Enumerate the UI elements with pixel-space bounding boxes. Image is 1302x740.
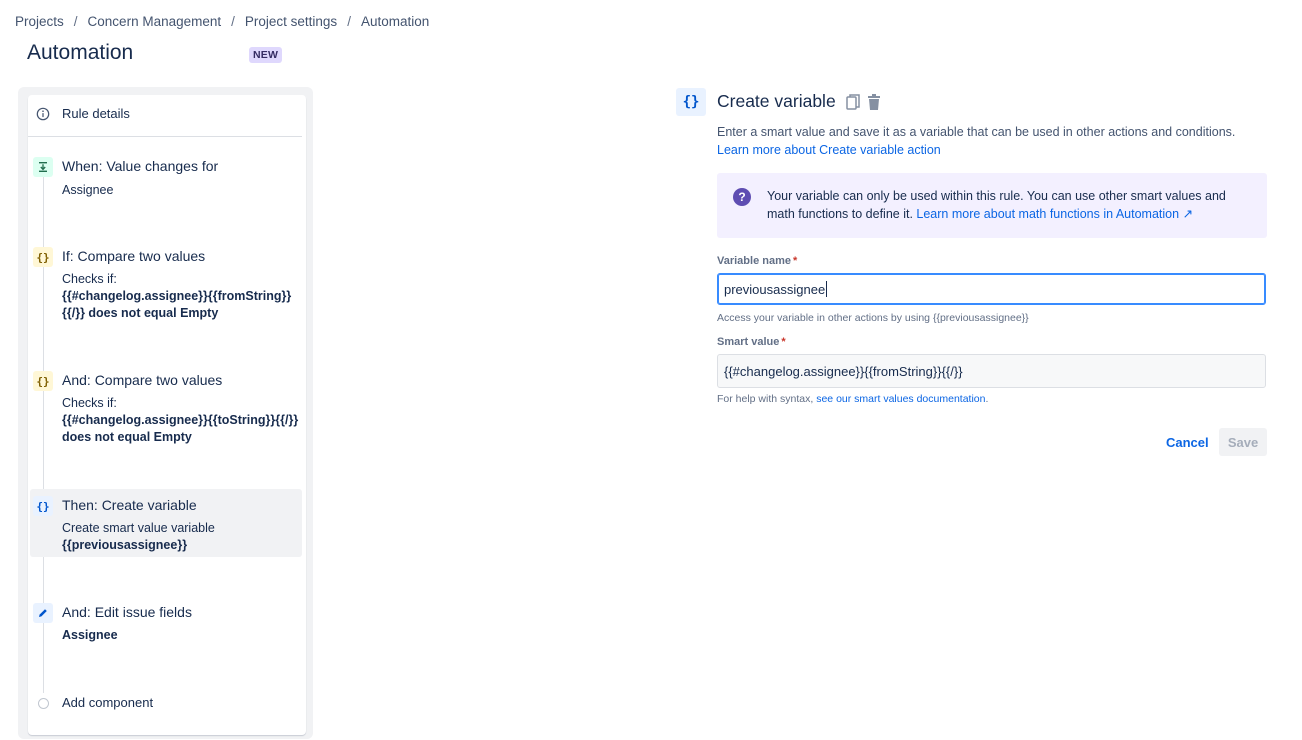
info-icon	[36, 107, 50, 121]
variable-name-label-text: Variable name	[717, 255, 791, 267]
callout-text: Your variable can only be used within th…	[767, 187, 1247, 223]
pencil-icon	[33, 603, 53, 623]
step-desc-prefix: Checks if:	[62, 396, 117, 410]
step-desc-value: Assignee	[62, 628, 118, 642]
step-title: And: Compare two values	[62, 372, 223, 388]
new-badge: NEW	[249, 47, 283, 63]
step-title: And: Edit issue fields	[62, 604, 192, 620]
intro-text: Enter a smart value and save it as a var…	[717, 125, 1236, 139]
smart-value-label: Smart value *	[717, 336, 786, 348]
braces-icon: {}	[33, 371, 53, 391]
step-trigger[interactable]: When: Value changes for Assignee	[28, 157, 302, 207]
cancel-button[interactable]: Cancel	[1160, 431, 1215, 454]
breadcrumb: Projects / Concern Management / Project …	[15, 14, 429, 29]
step-description: Assignee	[62, 183, 114, 197]
math-functions-link[interactable]: Learn more about math functions in Autom…	[916, 207, 1193, 221]
info-callout: ? Your variable can only be used within …	[717, 173, 1267, 238]
editor-title: Create variable	[717, 91, 836, 111]
step-create-variable[interactable]: {} Then: Create variable Create smart va…	[28, 496, 302, 556]
step-desc-value: {{previousassignee}}	[62, 538, 188, 552]
add-component-dot	[38, 698, 49, 709]
rule-component-list: Rule details When: Value changes for Ass…	[28, 95, 306, 735]
text-caret	[826, 281, 828, 297]
save-button[interactable]: Save	[1219, 428, 1267, 456]
add-component-button[interactable]: Add component	[62, 695, 153, 710]
braces-icon: {}	[33, 496, 53, 516]
breadcrumb-separator: /	[73, 14, 78, 29]
step-description: Assignee	[62, 627, 302, 644]
step-title: Then: Create variable	[62, 497, 197, 513]
smart-values-docs-link[interactable]: see our smart values documentation	[816, 393, 985, 405]
rule-panel: Rule details When: Value changes for Ass…	[18, 87, 313, 739]
smart-value-input[interactable]: {{#changelog.assignee}}{{fromString}}{{/…	[717, 354, 1266, 388]
step-title: If: Compare two values	[62, 248, 206, 264]
learn-more-create-variable-link[interactable]: Learn more about Create variable action	[717, 143, 941, 157]
step-condition-2[interactable]: {} And: Compare two values Checks if: {{…	[28, 371, 302, 451]
step-desc-prefix: Create smart value variable	[62, 521, 215, 535]
braces-icon: {}	[676, 88, 706, 116]
step-edit-issue[interactable]: And: Edit issue fields Assignee	[28, 603, 302, 653]
copy-icon[interactable]	[845, 93, 861, 111]
variable-name-helper: Access your variable in other actions by…	[717, 312, 1029, 324]
required-mark: *	[781, 336, 786, 348]
step-title: When: Value changes for	[62, 158, 219, 174]
breadcrumb-project-settings[interactable]: Project settings	[245, 14, 337, 29]
step-description: Create smart value variable {{previousas…	[62, 520, 302, 554]
smart-value-helper: For help with syntax, see our smart valu…	[717, 393, 988, 405]
variable-name-input[interactable]: previousassignee	[717, 273, 1266, 305]
breadcrumb-automation[interactable]: Automation	[361, 14, 429, 29]
step-condition-1[interactable]: {} If: Compare two values Checks if: {{#…	[28, 247, 302, 327]
required-mark: *	[793, 255, 798, 267]
trash-icon[interactable]	[866, 93, 882, 111]
step-description: Checks if: {{#changelog.assignee}}{{from…	[62, 271, 302, 322]
editor-intro: Enter a smart value and save it as a var…	[717, 123, 1269, 159]
rule-details-label: Rule details	[62, 106, 130, 121]
smart-value-value: {{#changelog.assignee}}{{fromString}}{{/…	[724, 363, 963, 379]
create-variable-editor: {} Create variable Enter a smart value a…	[676, 88, 1268, 468]
variable-name-label: Variable name *	[717, 255, 797, 267]
step-desc-prefix: Checks if:	[62, 272, 117, 286]
smart-value-helper-text: For help with syntax,	[717, 393, 814, 405]
step-desc-value: {{#changelog.assignee}}{{fromString}}{{/…	[62, 289, 292, 320]
page-title: Automation	[27, 41, 134, 64]
question-icon: ?	[733, 188, 751, 206]
breadcrumb-project[interactable]: Concern Management	[88, 14, 222, 29]
breadcrumb-separator: /	[347, 14, 351, 29]
variable-name-value: previousassignee	[724, 281, 826, 297]
value-change-icon	[33, 157, 53, 177]
smart-value-label-text: Smart value	[717, 336, 780, 348]
smart-value-helper-end: .	[985, 393, 989, 405]
braces-icon: {}	[33, 247, 53, 267]
step-description: Checks if: {{#changelog.assignee}}{{toSt…	[62, 395, 302, 446]
breadcrumb-projects[interactable]: Projects	[15, 14, 64, 29]
rule-details-item[interactable]: Rule details	[28, 95, 302, 137]
breadcrumb-separator: /	[231, 14, 235, 29]
step-desc-value: {{#changelog.assignee}}{{toString}}{{/}}…	[62, 413, 299, 444]
